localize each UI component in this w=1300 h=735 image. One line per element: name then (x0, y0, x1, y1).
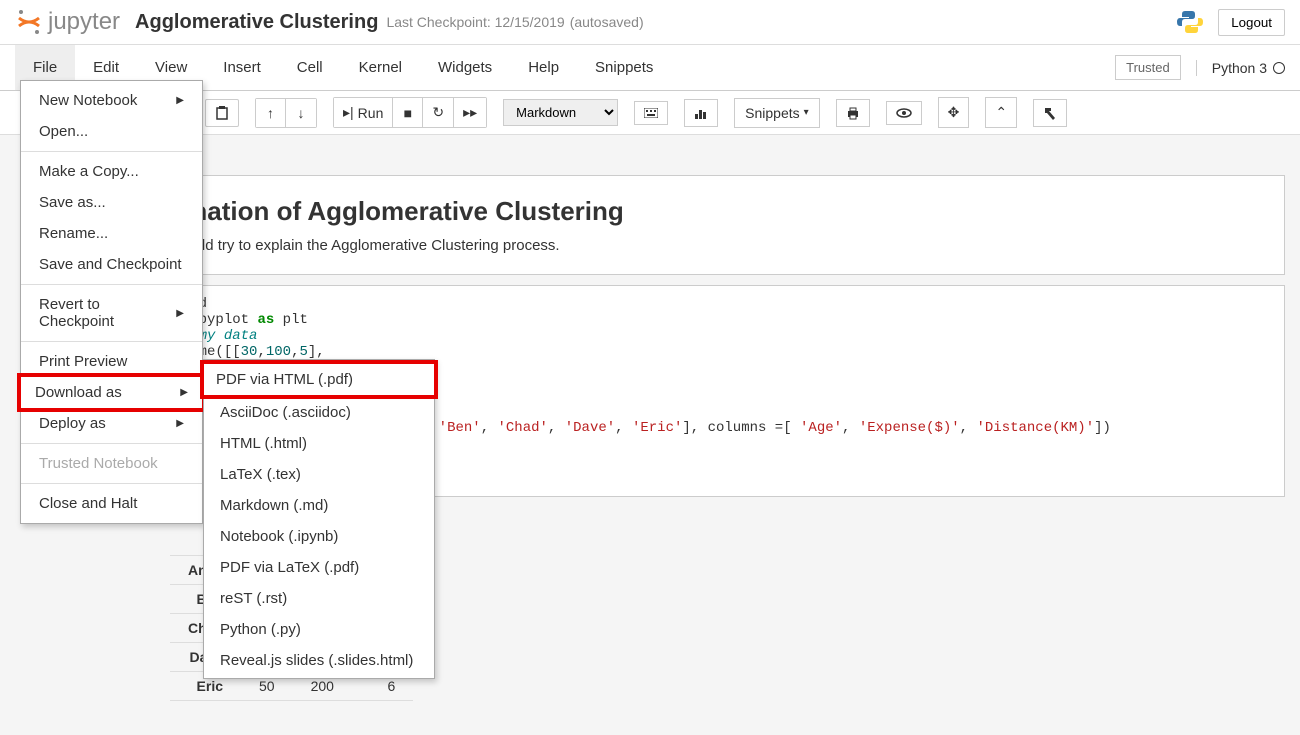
code-line: rt pandas as pd (81, 296, 1269, 312)
jupyter-icon (15, 8, 43, 36)
markdown-cell[interactable]: rt Explanation of Agglomerative Clusteri… (65, 175, 1285, 275)
trusted-indicator[interactable]: Trusted (1115, 55, 1181, 80)
download-latex[interactable]: LaTeX (.tex) (204, 459, 434, 490)
submenu-arrow-icon: ▶ (176, 418, 184, 429)
keyboard-icon (644, 108, 658, 118)
file-menu-trusted-notebook: Trusted Notebook (21, 448, 202, 479)
menu-help[interactable]: Help (510, 45, 577, 90)
stop-icon: ■ (404, 105, 412, 121)
move-button[interactable]: ✥ (938, 97, 970, 128)
run-label: Run (358, 105, 384, 121)
file-menu-close-halt[interactable]: Close and Halt (21, 488, 202, 519)
paste-icon (215, 106, 229, 120)
command-palette-button[interactable] (634, 101, 668, 125)
run-button[interactable]: ▸| Run (334, 98, 393, 127)
download-reveal[interactable]: Reveal.js slides (.slides.html) (204, 645, 434, 676)
preview-button[interactable] (886, 101, 922, 125)
checkpoint-text: Last Checkpoint: 12/15/2019 (386, 14, 564, 30)
stop-button[interactable]: ■ (393, 98, 423, 127)
download-html[interactable]: HTML (.html) (204, 428, 434, 459)
menu-widgets[interactable]: Widgets (420, 45, 510, 90)
chevron-down-icon: ▾ (804, 107, 809, 118)
download-pdf-latex[interactable]: PDF via LaTeX (.pdf) (204, 552, 434, 583)
code-line: v = pd.DataFrame([[30,100,5], (81, 344, 1269, 360)
arrow-up-icon: ↑ (267, 105, 274, 121)
file-menu-dropdown: New Notebook ▶ Open... Make a Copy... Sa… (20, 80, 203, 524)
hammer-icon (1043, 106, 1057, 120)
jupyter-logo[interactable]: jupyter (15, 8, 120, 36)
paste-button[interactable] (205, 99, 239, 127)
submenu-arrow-icon: ▶ (176, 95, 184, 106)
run-icon: ▸| (343, 104, 354, 121)
file-menu-download-as[interactable]: Download as ▶ (17, 373, 206, 412)
download-rest[interactable]: reST (.rst) (204, 583, 434, 614)
fast-forward-button[interactable]: ▸▸ (454, 98, 486, 127)
kernel-indicator[interactable]: Python 3 (1196, 60, 1285, 76)
file-menu-deploy-as[interactable]: Deploy as ▶ (21, 408, 202, 439)
kernel-name: Python 3 (1212, 60, 1267, 76)
file-menu-new-notebook[interactable]: New Notebook ▶ (21, 85, 202, 116)
markdown-paragraph: notebook, I would try to explain the Agg… (96, 237, 1254, 254)
arrow-down-icon: ↓ (298, 105, 305, 121)
submenu-arrow-icon: ▶ (180, 387, 188, 398)
logout-button[interactable]: Logout (1218, 9, 1285, 36)
python-logo-icon (1177, 9, 1203, 35)
autosaved-text: (autosaved) (570, 14, 644, 30)
notebook-header: jupyter Agglomerative Clustering Last Ch… (0, 0, 1300, 45)
snippets-button[interactable]: Snippets ▾ (734, 98, 820, 128)
collapse-up-icon: ⌃ (995, 104, 1007, 121)
snippets-label: Snippets (745, 105, 799, 121)
fast-forward-icon: ▸▸ (463, 104, 477, 121)
celltype-select[interactable]: Markdown (503, 99, 618, 126)
move-down-button[interactable]: ↓ (286, 99, 316, 127)
notebook-title[interactable]: Agglomerative Clustering (135, 11, 378, 34)
print-button[interactable] (836, 99, 870, 127)
restart-button[interactable]: ↻ (423, 98, 454, 127)
move-icon: ✥ (948, 104, 960, 121)
move-up-button[interactable]: ↑ (256, 99, 286, 127)
file-menu-make-copy[interactable]: Make a Copy... (21, 156, 202, 187)
jupyter-text: jupyter (48, 8, 120, 36)
download-markdown[interactable]: Markdown (.md) (204, 490, 434, 521)
collapse-up-button[interactable]: ⌃ (985, 97, 1017, 128)
download-asciidoc[interactable]: AsciiDoc (.asciidoc) (204, 397, 434, 428)
file-menu-save-as[interactable]: Save as... (21, 187, 202, 218)
print-icon (846, 106, 860, 120)
file-menu-save-checkpoint[interactable]: Save and Checkpoint (21, 249, 202, 280)
download-python[interactable]: Python (.py) (204, 614, 434, 645)
file-menu-open[interactable]: Open... (21, 116, 202, 147)
code-line: rt matplotlib.pyplot as plt (81, 312, 1269, 328)
menu-kernel[interactable]: Kernel (341, 45, 420, 90)
download-pdf-html[interactable]: PDF via HTML (.pdf) (200, 360, 438, 399)
menu-cell[interactable]: Cell (279, 45, 341, 90)
tool-button[interactable] (1033, 99, 1067, 127)
code-line: eating the dummy data (81, 328, 1269, 344)
chart-button[interactable] (684, 99, 718, 127)
markdown-heading: rt Explanation of Agglomerative Clusteri… (96, 196, 1254, 227)
download-as-submenu: PDF via HTML (.pdf) AsciiDoc (.asciidoc)… (203, 359, 435, 679)
file-menu-rename[interactable]: Rename... (21, 218, 202, 249)
file-menu-revert[interactable]: Revert to Checkpoint ▶ (21, 289, 202, 337)
submenu-arrow-icon: ▶ (176, 308, 184, 319)
restart-icon: ↻ (432, 104, 444, 121)
menu-insert[interactable]: Insert (205, 45, 279, 90)
kernel-status-icon (1273, 62, 1285, 74)
download-notebook[interactable]: Notebook (.ipynb) (204, 521, 434, 552)
chart-icon (694, 106, 708, 120)
menu-snippets[interactable]: Snippets (577, 45, 671, 90)
eye-icon (896, 108, 912, 118)
